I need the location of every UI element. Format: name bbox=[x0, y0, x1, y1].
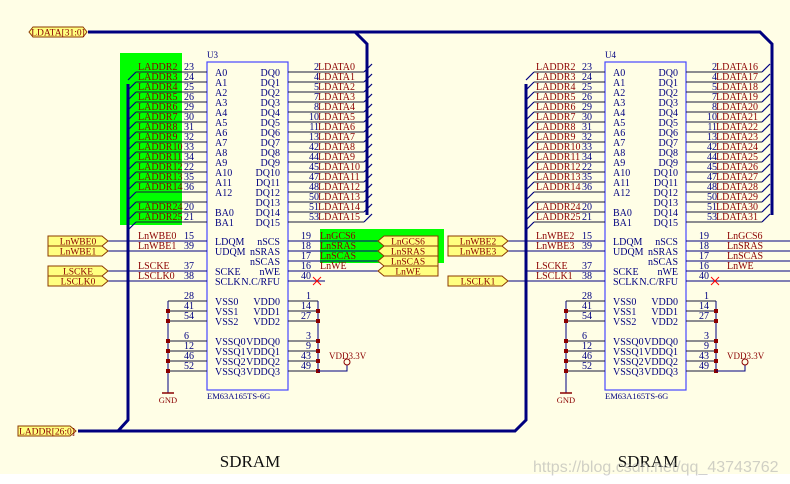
pin-number: 52 bbox=[184, 361, 194, 372]
junction-dot bbox=[714, 339, 718, 343]
pin-name-vdd2: VDD2 bbox=[651, 317, 678, 328]
port-label: LADDR[26:0] bbox=[19, 428, 75, 438]
pin-name-vss2: VSS2 bbox=[215, 317, 238, 328]
net-label: LADDR14 bbox=[138, 182, 182, 193]
junction-dot bbox=[564, 309, 568, 313]
port-label: LSCLK0 bbox=[61, 278, 96, 288]
chip-refdes: U4 bbox=[605, 50, 616, 60]
junction-dot bbox=[714, 359, 718, 363]
pin-name-sclk: SCLK bbox=[613, 277, 639, 288]
net-label: LnWE bbox=[320, 261, 347, 272]
net-label: LnWBE1 bbox=[138, 241, 176, 252]
net-label: LnWE bbox=[727, 261, 754, 272]
net-label: LADDR14 bbox=[536, 182, 580, 193]
junction-dot bbox=[714, 319, 718, 323]
pin-number: 52 bbox=[582, 361, 592, 372]
port-label: LSCLK1 bbox=[461, 278, 496, 288]
junction-dot bbox=[564, 369, 568, 373]
vdd-label: VDD3.3V bbox=[329, 351, 367, 361]
pin-number: 39 bbox=[582, 241, 592, 252]
vdd-label: VDD3.3V bbox=[727, 351, 765, 361]
pin-name-vssq3: VSSQ3 bbox=[215, 367, 246, 378]
net-label: LSCLK1 bbox=[536, 271, 573, 282]
pin-name-dq15: DQ15 bbox=[654, 218, 678, 229]
pin-name-ba1: BA1 bbox=[613, 218, 632, 229]
pin-name-vdd2: VDD2 bbox=[253, 317, 280, 328]
net-label: LADDR25 bbox=[138, 212, 182, 223]
junction-dot bbox=[316, 319, 320, 323]
net-label: LSCLK0 bbox=[138, 271, 175, 282]
pin-name-dq15: DQ15 bbox=[256, 218, 280, 229]
pin-number: 54 bbox=[184, 311, 194, 322]
gnd-label: GND bbox=[159, 395, 177, 405]
port-label: LDATA[31:0] bbox=[31, 29, 85, 39]
pin-name-a12: A12 bbox=[613, 188, 630, 199]
chip-refdes: U3 bbox=[207, 50, 218, 60]
pin-name-ncrfu: N.C/RFU bbox=[241, 277, 280, 288]
pin-name-ncrfu: N.C/RFU bbox=[639, 277, 678, 288]
gnd-label: GND bbox=[557, 395, 575, 405]
pin-name-a12: A12 bbox=[215, 188, 232, 199]
port-label: LnWE bbox=[395, 268, 421, 278]
pin-number: 39 bbox=[184, 241, 194, 252]
sheet-title: SDRAM bbox=[220, 452, 280, 471]
pin-number: 36 bbox=[184, 182, 194, 193]
net-label: LDATA31 bbox=[716, 212, 758, 223]
junction-dot bbox=[316, 339, 320, 343]
junction-dot bbox=[166, 369, 170, 373]
pin-number: 21 bbox=[582, 212, 592, 223]
net-label: LDATA15 bbox=[318, 212, 360, 223]
pin-number: 54 bbox=[582, 311, 592, 322]
pin-number: 36 bbox=[582, 182, 592, 193]
pin-name-ba1: BA1 bbox=[215, 218, 234, 229]
pin-name-vssq3: VSSQ3 bbox=[613, 367, 644, 378]
pin-name-vss2: VSS2 bbox=[613, 317, 636, 328]
port-label: LnWBE3 bbox=[460, 248, 497, 258]
junction-dot bbox=[564, 339, 568, 343]
pin-number: 40 bbox=[301, 271, 311, 282]
sdram-schematic: LDATA[31:0] LADDR[26:0] U3 EM63A165TS-6G SDR… bbox=[0, 0, 790, 476]
net-label: LnWBE3 bbox=[536, 241, 574, 252]
junction-dot bbox=[166, 319, 170, 323]
chip-part-number: EM63A165TS-6G bbox=[207, 391, 270, 401]
pin-number: 38 bbox=[582, 271, 592, 282]
junction-dot bbox=[714, 349, 718, 353]
junction-dot bbox=[714, 309, 718, 313]
highlight-edge bbox=[440, 229, 444, 251]
junction-dot bbox=[316, 349, 320, 353]
pin-number: 49 bbox=[301, 361, 311, 372]
junction-dot bbox=[564, 349, 568, 353]
junction-dot bbox=[316, 359, 320, 363]
junction-dot bbox=[564, 359, 568, 363]
watermark: https://blog.csdn.net/qq_43743762 bbox=[533, 459, 779, 476]
pin-name-vddq3: VDDQ3 bbox=[246, 367, 280, 378]
junction-dot bbox=[166, 309, 170, 313]
pin-name-udqm: UDQM bbox=[215, 247, 246, 258]
pin-number: 21 bbox=[184, 212, 194, 223]
port-label: LnWBE1 bbox=[60, 248, 97, 258]
junction-dot bbox=[166, 339, 170, 343]
junction-dot bbox=[316, 309, 320, 313]
chip-part-number: EM63A165TS-6G bbox=[605, 391, 668, 401]
pin-name-vddq3: VDDQ3 bbox=[644, 367, 678, 378]
pin-number: 40 bbox=[699, 271, 709, 282]
junction-dot bbox=[166, 349, 170, 353]
junction-dot bbox=[166, 359, 170, 363]
pin-name-sclk: SCLK bbox=[215, 277, 241, 288]
pin-number: 27 bbox=[301, 311, 311, 322]
junction-dot bbox=[564, 319, 568, 323]
pin-number: 27 bbox=[699, 311, 709, 322]
pin-number: 38 bbox=[184, 271, 194, 282]
schematic-canvas: LDATA[31:0] LADDR[26:0] U3 EM63A165TS-6G SDR… bbox=[0, 0, 790, 484]
pin-name-udqm: UDQM bbox=[613, 247, 644, 258]
pin-number: 49 bbox=[699, 361, 709, 372]
net-label: LADDR25 bbox=[536, 212, 580, 223]
